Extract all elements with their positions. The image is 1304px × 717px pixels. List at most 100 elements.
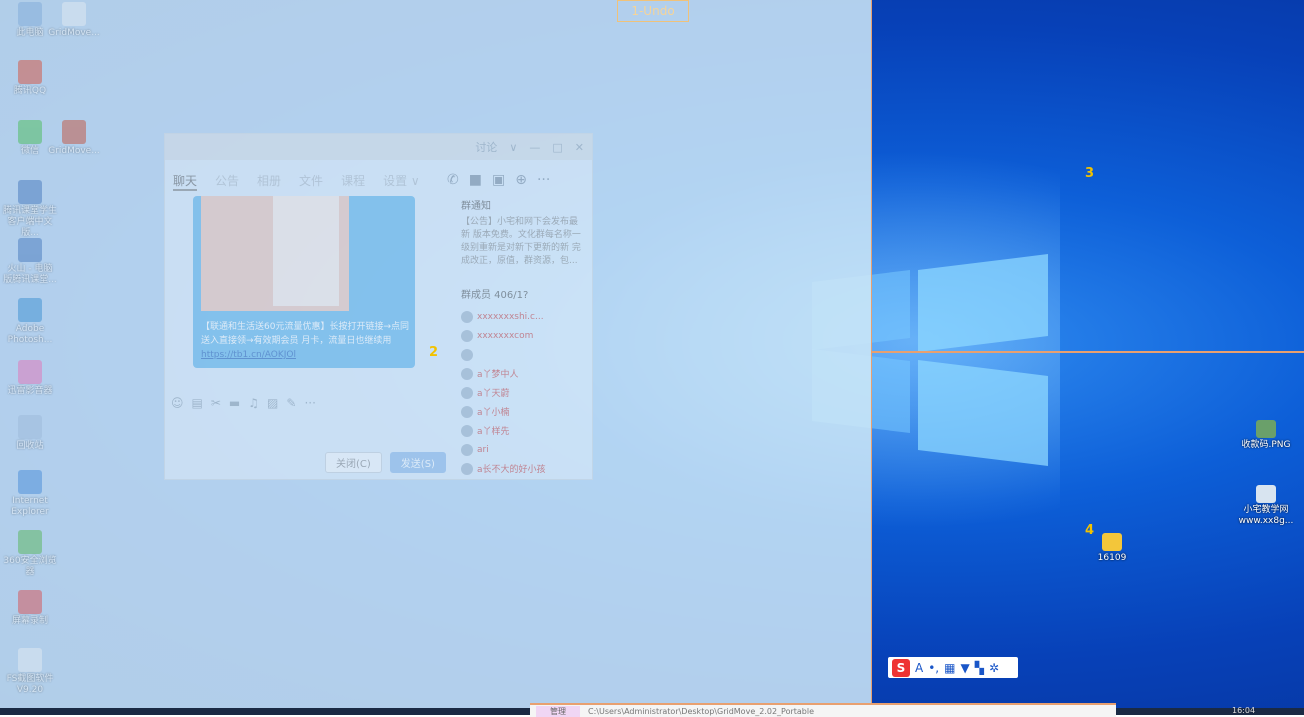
desktop-icon-label: 小宅教学网 www.xx8g... [1238,505,1294,526]
ie-icon [18,470,42,494]
taskbar-clock[interactable]: 16:04 [1232,706,1255,715]
list-item[interactable]: a丫天蔚 [461,383,581,402]
desktop-icon[interactable]: 迅雷影音器 [0,360,60,397]
browser-icon [18,530,42,554]
mute-icon[interactable]: ✎ [286,396,296,410]
app-icon [18,238,42,262]
sogou-logo-icon[interactable]: S [892,658,910,677]
desktop-icon-label: GridMove... [48,146,100,156]
more-tools-icon[interactable]: ··· [304,396,315,410]
folder-icon[interactable]: ▬ [229,396,240,410]
list-item[interactable] [461,345,581,364]
avatar [461,405,473,418]
desktop-icon[interactable]: Internet Explorer [0,470,60,518]
desktop-icon[interactable]: FS截图软件 V9.20 [0,648,60,696]
input-method-bar[interactable]: S A •, ▦ ▼ ▚ ✲ [888,657,1018,678]
list-item[interactable]: a丫梦中人 [461,364,581,383]
notice-text[interactable]: 【公告】小宅和网下会发布最新 版本免费。文化群每名称一 级别重新是对新下更新的新… [461,216,581,268]
zone-number-2: 2 [429,345,439,360]
photoshop-icon [18,298,42,322]
desktop-icon[interactable]: 收款码.PNG [1236,420,1296,451]
close-chat-button[interactable]: 关闭(C) [325,452,382,473]
music-icon[interactable]: ♫ [248,396,259,410]
list-item[interactable]: xxxxxxxcom [461,326,581,345]
avatar [461,310,473,323]
desktop-icon[interactable]: 回收站 [0,415,60,452]
chat-buttons: 关闭(C) 发送(S) [325,452,446,473]
wechat-icon [18,120,42,144]
emoji-icon[interactable]: ☺ [171,396,184,410]
avatar [461,462,473,475]
video-icon[interactable]: ■ [469,172,482,188]
member-name: xxxxxxxshi.c... [477,311,544,322]
ime-punctuation-button[interactable]: •, [928,661,939,675]
image-icon[interactable]: ▨ [267,396,278,410]
tool-icon [18,648,42,672]
ime-settings-button[interactable]: ✲ [989,661,999,675]
tab-album[interactable]: 相册 [257,172,281,191]
windows-logo-pane [918,360,1048,466]
scissors-icon[interactable]: ✂ [211,396,221,410]
desktop-icon[interactable]: Adobe Photosh... [0,298,60,346]
undo-zone-label[interactable]: 1-Undo [617,0,689,22]
desktop-icon-label: 腾讯QQ [13,86,47,96]
player-icon [18,360,42,384]
dropdown-icon[interactable]: ∨ [509,141,517,154]
tab-files[interactable]: 文件 [299,172,323,191]
list-item[interactable]: a丫样先 [461,421,581,440]
message-image-detail [273,196,339,306]
avatar [461,386,473,399]
zone-number-4: 4 [1085,523,1095,538]
desktop-icon[interactable]: GridMove... [44,120,104,157]
ime-skin-button[interactable]: ▼ [960,661,969,675]
member-name: a丫样先 [477,427,510,437]
member-name: ari [477,444,489,455]
minimize-button[interactable]: — [529,141,540,154]
more-icon[interactable]: ··· [537,172,550,188]
ime-language-button[interactable]: A [915,661,923,675]
message-link[interactable]: https://tb1.cn/AOKJOl [201,350,296,360]
chat-window[interactable]: 讨论 ∨ — □ ✕ 聊天 公告 相册 文件 课程 设置 ∨ ✆ ■ ▣ ⊕ ·… [164,133,593,480]
qq-icon [18,60,42,84]
list-item[interactable]: ari [461,440,581,459]
ime-keyboard-button[interactable]: ▦ [944,661,955,675]
desktop-icon-label: GridMove... [48,28,100,38]
list-item[interactable]: xxxxxxxshi.c... [461,307,581,326]
send-button[interactable]: 发送(S) [389,452,446,473]
desktop-icon-label: 360安全浏览 器 [3,556,57,577]
desktop-icon[interactable]: 腾讯课堂学生 客户端中文版... [0,180,60,239]
desktop-icon[interactable]: 腾讯QQ [0,60,60,97]
screen-share-icon[interactable]: ▣ [492,172,505,188]
group-notice: 群通知 【公告】小宅和网下会发布最新 版本免费。文化群每名称一 级别重新是对新下… [461,200,581,268]
discuss-button[interactable]: 讨论 [475,139,497,155]
desktop-icon[interactable]: GridMove... [44,2,104,39]
avatar [461,348,473,361]
desktop-icon[interactable]: 360安全浏览 器 [0,530,60,578]
shortcut-icon [1256,485,1276,503]
list-item[interactable]: a丫小楠 [461,402,581,421]
avatar [461,329,473,342]
add-icon[interactable]: ⊕ [515,172,527,188]
file-icon [62,2,86,26]
tab-announcement[interactable]: 公告 [215,172,239,191]
members-header: 群成员 406/1? [461,290,529,301]
windows-logo-pane [918,254,1048,352]
avatar [461,443,473,456]
desktop-icon[interactable]: 屏幕录制 [0,590,60,627]
maximize-button[interactable]: □ [552,141,562,154]
tab-courses[interactable]: 课程 [341,172,365,191]
close-button[interactable]: ✕ [575,141,584,154]
ime-toolbox-button[interactable]: ▚ [975,661,984,675]
explorer-path[interactable]: C:\Users\Administrator\Desktop\GridMove_… [588,707,814,716]
desktop-icon[interactable]: 小宅教学网 www.xx8g... [1236,485,1296,527]
member-name: a丫梦中人 [477,370,519,380]
desktop-icon[interactable]: 火山 - 电脑 版腾讯课堂... [0,238,60,286]
tab-chat[interactable]: 聊天 [173,172,198,191]
gridmove-zone-1[interactable]: 此电脑 GridMove... 腾讯QQ 微信 GridMove... 腾讯课堂学生 客户… [0,0,872,708]
tab-settings[interactable]: 设置 ∨ [383,172,420,191]
phone-icon[interactable]: ✆ [447,172,459,188]
gif-icon[interactable]: ▤ [192,396,203,410]
avatar [461,367,473,380]
list-item[interactable]: a长不大的好小孩 [461,459,581,478]
message-bubble: 【联通和生活送60元流量优惠】长按打开链接→点同 送入直接领→有效期会员 月卡，… [193,196,415,368]
